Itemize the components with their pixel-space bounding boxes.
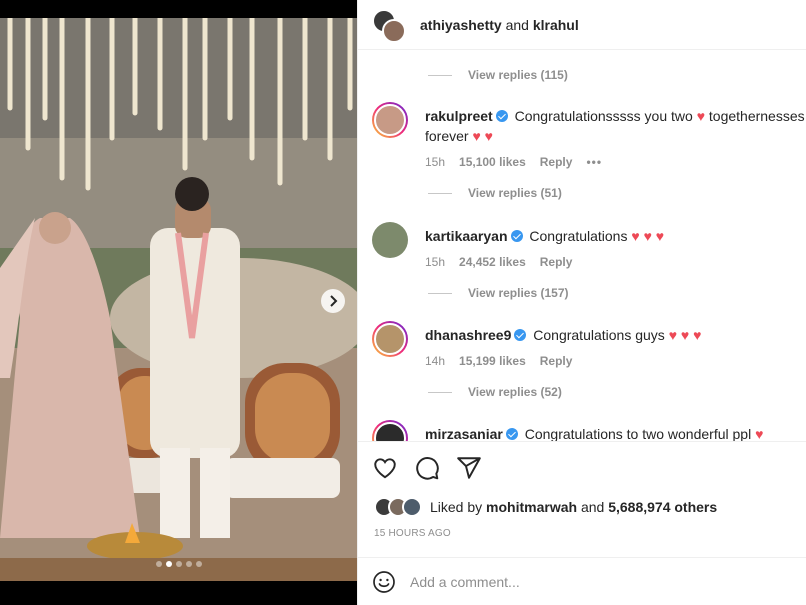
view-replies-label: View replies (115)	[468, 68, 568, 82]
author-username-1[interactable]: athiyashetty	[420, 17, 502, 33]
comment-username[interactable]: rakulpreet	[425, 108, 493, 124]
carousel-dots	[0, 561, 357, 567]
verified-badge-icon	[514, 329, 527, 341]
author-username-2[interactable]: klrahul	[533, 17, 579, 33]
comment-username[interactable]: kartikaaryan	[425, 228, 508, 244]
emoji-smiley-icon[interactable]	[372, 570, 396, 594]
reply-button[interactable]: Reply	[540, 351, 573, 371]
likes-count[interactable]: 5,688,974 others	[608, 499, 717, 515]
comment-meta: 15h 24,452 likes Reply	[425, 252, 805, 272]
replies-divider-line	[428, 192, 452, 194]
comment-text: Congratulations guys	[533, 327, 665, 343]
red-heart-emoji-icon: ♥	[472, 128, 481, 144]
post-media	[0, 0, 357, 605]
more-options-icon[interactable]: •••	[586, 152, 602, 172]
comment-time[interactable]: 14h	[425, 351, 445, 371]
comment-likes[interactable]: 15,199 likes	[459, 351, 526, 371]
likes-joiner: and	[580, 499, 605, 515]
avatar-image	[374, 323, 406, 355]
view-replies-label: View replies (157)	[468, 286, 569, 300]
comment-body: mirzasaniar Congratulations to two wonde…	[425, 424, 805, 441]
author-joiner: and	[505, 16, 529, 33]
red-heart-emoji-icon: ♥	[631, 228, 640, 244]
comment-body: rakulpreet Congratulationsssss you two ♥…	[425, 106, 805, 172]
avatar[interactable]	[372, 222, 408, 258]
wedding-photo	[0, 18, 357, 581]
paper-plane-icon[interactable]	[456, 455, 482, 481]
red-heart-emoji-icon: ♥	[696, 108, 705, 124]
divider	[358, 441, 806, 442]
post-details-panel: athiyashetty and klrahul View replies (1…	[357, 0, 806, 605]
comment-body: dhanashree9 Congratulations guys ♥ ♥ ♥ 1…	[425, 325, 805, 371]
heart-outline-icon[interactable]	[372, 455, 398, 481]
view-replies-button[interactable]: View replies (52)	[428, 385, 562, 399]
carousel-dot	[195, 561, 202, 567]
likes-summary: Liked by mohitmarwah and 5,688,974 other…	[374, 497, 717, 517]
avatar	[402, 497, 422, 517]
comment-bubble-icon[interactable]	[414, 455, 440, 481]
verified-badge-icon	[505, 428, 518, 440]
avatar[interactable]	[372, 321, 408, 357]
collab-avatars[interactable]	[372, 7, 408, 43]
red-heart-emoji-icon: ♥	[484, 128, 493, 144]
comment-text: Congratulations	[529, 228, 628, 244]
add-comment-bar	[372, 570, 792, 594]
red-heart-emoji-icon: ♥	[755, 426, 764, 441]
comment-text: Congratulations to two wonderful ppl	[524, 426, 752, 441]
red-heart-emoji-icon: ♥	[668, 327, 677, 343]
avatar-image	[374, 104, 406, 136]
carousel-dot	[155, 561, 162, 567]
liker-username[interactable]: mohitmarwah	[486, 499, 577, 515]
chevron-right-icon	[330, 295, 338, 307]
red-heart-emoji-icon: ♥	[693, 327, 702, 343]
liker-avatars	[374, 497, 422, 517]
red-heart-emoji-icon: ♥	[680, 327, 690, 343]
carousel-dot	[185, 561, 192, 567]
comment-meta: 14h 15,199 likes Reply	[425, 351, 805, 371]
comment-meta: 15h 15,100 likes Reply •••	[425, 152, 805, 172]
post-timestamp[interactable]: 15 hours ago	[374, 528, 451, 539]
post-header: athiyashetty and klrahul	[358, 0, 806, 50]
comment-text: Congratulationsssss you two	[514, 108, 693, 124]
carousel-dot	[165, 561, 172, 567]
avatar[interactable]	[372, 102, 408, 138]
comment-time[interactable]: 15h	[425, 152, 445, 172]
divider	[358, 557, 806, 558]
view-replies-button[interactable]: View replies (115)	[428, 68, 568, 82]
comment-likes[interactable]: 24,452 likes	[459, 252, 526, 272]
avatar-image	[374, 422, 406, 441]
carousel-dot	[175, 561, 182, 567]
replies-divider-line	[428, 74, 452, 76]
add-comment-input[interactable]	[410, 574, 770, 590]
verified-badge-icon	[510, 230, 523, 242]
likes-prefix: Liked by	[430, 499, 483, 515]
view-replies-label: View replies (51)	[468, 186, 562, 200]
replies-divider-line	[428, 391, 452, 393]
post-actions	[372, 455, 482, 481]
comment-username[interactable]: dhanashree9	[425, 327, 511, 343]
comment-time[interactable]: 15h	[425, 252, 445, 272]
reply-button[interactable]: Reply	[540, 152, 573, 172]
avatar	[382, 18, 406, 43]
avatar[interactable]	[372, 420, 408, 441]
verified-badge-icon	[495, 110, 508, 122]
reply-button[interactable]: Reply	[540, 252, 573, 272]
comments-list[interactable]: View replies (115) rakulpreet Congratula…	[358, 51, 806, 441]
comment-body: kartikaaryan Congratulations ♥ ♥ ♥ 15h 2…	[425, 226, 805, 272]
view-replies-button[interactable]: View replies (51)	[428, 186, 562, 200]
view-replies-button[interactable]: View replies (157)	[428, 286, 569, 300]
view-replies-label: View replies (52)	[468, 385, 562, 399]
red-heart-emoji-icon: ♥	[643, 228, 652, 244]
red-heart-emoji-icon: ♥	[655, 228, 665, 244]
post-authors: athiyashetty and klrahul	[420, 17, 579, 33]
replies-divider-line	[428, 292, 452, 294]
comment-username[interactable]: mirzasaniar	[425, 426, 503, 441]
carousel-next-button[interactable]	[321, 289, 345, 313]
comment-likes[interactable]: 15,100 likes	[459, 152, 526, 172]
